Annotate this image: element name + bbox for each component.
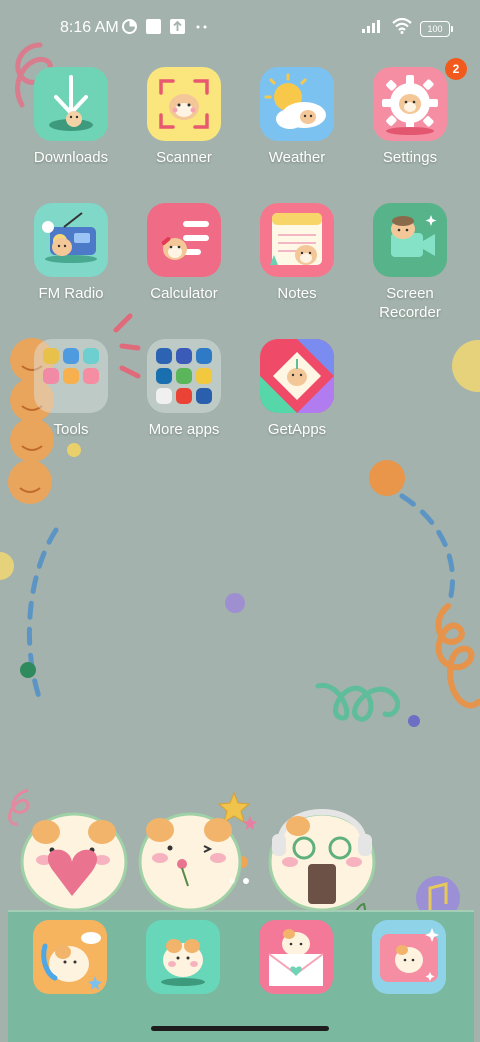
mini-app-icon (83, 348, 99, 364)
app-fm-radio[interactable]: FM Radio (16, 203, 126, 303)
mini-app-icon (83, 368, 99, 384)
page-indicator[interactable] (229, 878, 249, 884)
phone-icon (41, 932, 102, 990)
mini-app-icon (63, 368, 79, 384)
video-camera-icon (373, 203, 447, 277)
more-apps-folder-icon (147, 339, 221, 413)
mini-app-icon (176, 348, 192, 364)
notification-square-icon (145, 18, 161, 34)
battery-icon: 100 (420, 20, 453, 37)
app-label: Downloads (33, 149, 109, 166)
sun-cloud-icon (260, 67, 334, 141)
status-time: 8:16 AM (60, 19, 119, 36)
hamster-with-flower-illustration (138, 812, 242, 912)
download-arrow-icon (34, 67, 108, 141)
mini-app-icon (176, 368, 192, 384)
page-dot[interactable] (229, 878, 235, 884)
app-getapps[interactable]: GetApps (242, 339, 352, 439)
dock (8, 910, 474, 1042)
tools-folder-icon (34, 339, 108, 413)
gear-icon (373, 67, 447, 141)
envelope-icon (268, 929, 324, 986)
app-label: More apps (148, 421, 220, 438)
mail-dock-app[interactable] (259, 920, 333, 994)
phone-dock-app[interactable] (33, 920, 107, 994)
camera-dock-app[interactable] (372, 920, 446, 994)
data-saver-icon (121, 18, 137, 34)
notification-badge: 2 (445, 58, 467, 80)
hamster-with-headphones-illustration (268, 809, 376, 912)
mini-app-icon (196, 368, 212, 384)
scanner-frame-icon (147, 67, 221, 141)
messages-dock-app[interactable] (146, 920, 220, 994)
chat-icon (161, 939, 205, 986)
app-label: Notes (277, 285, 317, 302)
mini-app-icon (196, 348, 212, 364)
page-dot-active[interactable] (243, 878, 249, 884)
app-label: Tools (53, 421, 89, 438)
home-indicator-bar[interactable] (151, 1026, 329, 1031)
mini-app-icon (196, 388, 212, 404)
app-label: Calculator (150, 285, 218, 302)
app-label: Screen Recorder (379, 285, 441, 321)
app-label: Settings (382, 149, 438, 166)
mini-app-icon (43, 368, 59, 384)
battery-level: 100 (427, 23, 443, 34)
app-screen-recorder[interactable]: Screen Recorder (355, 203, 465, 322)
mini-app-icon (156, 348, 172, 364)
mini-app-icon (156, 368, 172, 384)
app-folder-tools[interactable]: Tools (16, 339, 126, 439)
signal-icon (362, 19, 384, 38)
upload-box-icon (169, 18, 185, 34)
app-calculator[interactable]: Calculator (129, 203, 239, 303)
app-label: Weather (268, 149, 326, 166)
app-scanner[interactable]: Scanner (129, 67, 239, 167)
mini-app-icon (176, 388, 192, 404)
calculator-icon (147, 203, 221, 277)
app-label: Scanner (156, 149, 212, 166)
more-dots-icon (193, 18, 209, 34)
status-system-icons: 100 (362, 17, 453, 39)
getapps-icon (260, 339, 334, 413)
app-label: GetApps (267, 421, 327, 438)
app-notes[interactable]: Notes (242, 203, 352, 303)
mini-app-icon (63, 348, 79, 364)
hamster-with-heart-illustration (20, 812, 128, 912)
mini-app-icon (43, 348, 59, 364)
mini-app-icon (156, 388, 172, 404)
status-notification-icons (121, 18, 209, 34)
wifi-icon (392, 17, 412, 39)
camera-icon (380, 928, 439, 982)
app-folder-more-apps[interactable]: More apps (129, 339, 239, 439)
app-settings[interactable]: 2 Settings (355, 58, 467, 167)
app-weather[interactable]: Weather (242, 67, 352, 167)
app-downloads[interactable]: Downloads (16, 67, 126, 167)
notepad-icon (260, 203, 334, 277)
radio-icon (34, 203, 108, 277)
app-label: FM Radio (38, 285, 104, 302)
status-bar: 8:16 AM 100 (0, 0, 480, 56)
